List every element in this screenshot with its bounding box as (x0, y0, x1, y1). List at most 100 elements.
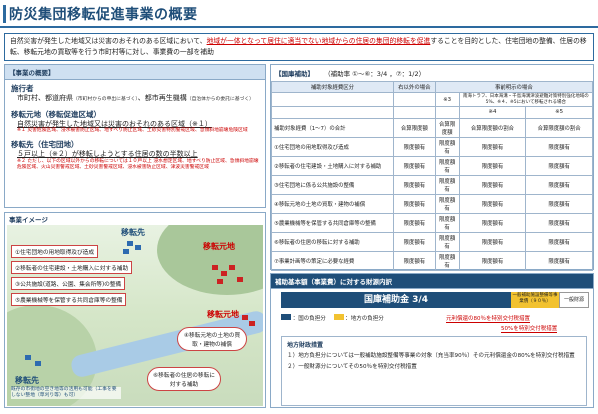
burden-head: 補助基本額（事業費）に対する財源内訳 (271, 274, 593, 289)
subsidy-row-c4: 限度額有 (525, 231, 593, 252)
legend-row: ：国の負担分 ：地方の負担分 (281, 314, 384, 322)
house-red-icon (229, 265, 235, 270)
subsidy-row-label: ①住宅団地の用地取得及び造成 (271, 136, 394, 157)
fin-box: 地方財政措置 １）地方負担分については一般補助施設整備等事業の対象（充当率90％… (281, 336, 587, 406)
subsidy-row-c1: 限度額有 (392, 155, 436, 176)
house-red-icon (221, 271, 227, 276)
fin-head: 地方財政措置 (287, 342, 324, 349)
entity-note: （市町村からの申出に基づく） (73, 97, 138, 102)
subsidy-row-c3: 限度額有 (458, 193, 527, 214)
subsidy-row-c1: 限度額有 (392, 212, 436, 233)
general-note: （９０％） (528, 298, 551, 304)
entity-note2: （自治体からの委託に基づく） (186, 97, 254, 102)
bottom-note: 既存の市街地の空き地等の活用も可能（工事を要しない整地（草刈り等）も可） (11, 387, 121, 399)
subsidy-row-c2: 限度額有 (434, 231, 460, 252)
entity-text2: 、都市再生機構 (137, 94, 187, 102)
local-tax1: 元利償還の80％を特別交付税措置 (446, 316, 530, 323)
subsidy-row-label: ③住宅団地に係る公共施設の整備 (271, 174, 394, 195)
general-bar: 一般補助施設整備等事業債（９０％） (511, 292, 559, 308)
subsidy-row-c4: 限度額有 (525, 250, 593, 271)
subsidy-row-label: ⑥移転者の住居の移転に対する補助 (271, 231, 394, 252)
hill-shape (157, 225, 263, 295)
subsidy-row-c2: 限度額有 (434, 250, 460, 271)
overview-panel: 【事業の概要】 施行者 市町村、都道府県（市町村からの申出に基づく）、都市再生機… (4, 64, 266, 208)
origin-text: 自然災害が発生した地域又は災害のおそれのある区域（※１） (17, 119, 212, 128)
house-red-icon (212, 265, 218, 270)
house-blue-icon (127, 241, 133, 246)
subsidy-row-c1: 合算限度額 (392, 117, 436, 138)
subsidy-row: ⑤農業機械等を保管する共同倉庫等の整備 限度額有 限度額有 限度額有 限度額有 (271, 212, 593, 233)
entity-text: 市町村、都道府県 (17, 94, 73, 102)
intro-text-highlight: 地域が一体となって居住に適当でない地域からの住居の集団的移転を促進 (206, 37, 431, 45)
subsidy-row-c3: 限度額有 (458, 231, 527, 252)
subsidy-rate: （補助率 ①～⑥：3/4 ，⑦：1/2） (324, 70, 426, 78)
row-header-spacer (434, 106, 460, 119)
subsidy-row: ③住宅団地に係る公共施設の整備 限度額有 限度額有 限度額有 限度額有 (271, 174, 593, 195)
subsidy-row-c3: 限度額有 (458, 174, 527, 195)
origin-label: 移転元地（移転促進区域） (11, 109, 101, 119)
legend-nat-swatch (281, 314, 291, 320)
subsidy-row-c4: 限度額有 (525, 212, 593, 233)
subsidy-table: 補助対象経費区分 右以外の場合 事前明示の場合 ※3 南海トラフ、日本海溝・千島… (271, 80, 594, 271)
subsidy-row-c2: 限度額有 (434, 174, 460, 195)
entity-line: 市町村、都道府県（市町村からの申出に基づく）、都市再生機構（自治体からの委託に基… (11, 94, 259, 104)
house-red-icon (249, 321, 255, 326)
item-4-bubble: ④移転元地の土地の買取・建物の補償 (177, 327, 247, 351)
subsidy-row-c1: 限度額有 (392, 174, 436, 195)
title-bar: 防災集団移転促進事業の概要 (0, 0, 598, 28)
subsidy-row-c1: 限度額有 (392, 136, 436, 157)
subsidy-row-c1: 限度額有 (392, 193, 436, 214)
subsidy-row: 補助対象経費（1～7）の合計 合算限度額 合算限度額 合算限度額の割合 合算限度額の割合 (271, 117, 593, 138)
subsidy-row-c2: 限度額有 (434, 212, 460, 233)
col-none: 右以外の場合 (392, 80, 436, 94)
col-3: ※4 (458, 106, 527, 119)
subsidy-row: ⑥移転者の住居の移転に対する補助 限度額有 限度額有 限度額有 限度額有 (271, 231, 593, 252)
row-header-spacer (271, 106, 394, 119)
origin-title-2: 移転元地 (207, 310, 239, 319)
legend-local-swatch (333, 314, 344, 320)
subsidy-head: 【国庫補助】 (275, 70, 314, 78)
general-fin-bar: 一般財源 (559, 292, 589, 308)
col-note: ※3 (434, 92, 460, 108)
col-note2: 南海トラフ、日本海溝・千島海溝津波避難対策特別強化地域の 5%、※４、※5におい… (458, 92, 594, 108)
subsidy-row-c4: 限度額有 (525, 174, 593, 195)
subsidy-panel: 【国庫補助】 （補助率 ①～⑥：3/4 ，⑦：1/2） 補助対象経費区分 右以外… (270, 64, 594, 271)
row-header-spacer (392, 106, 436, 119)
subsidy-row-label: ②移転者の住宅建設・土地購入に対する補助 (271, 155, 394, 176)
subsidy-row-label: ⑦事業計画等の策定に必要な経費 (271, 250, 394, 271)
local-tax2: 50%を特別交付税措置 (501, 326, 558, 333)
subsidy-row-c3: 限度額有 (458, 136, 527, 157)
col-4: ※5 (525, 106, 593, 119)
national-bar: 国庫補助金 3/4 (281, 292, 511, 308)
house-blue-icon (123, 249, 129, 254)
intro-text-a: 自然災害が発生した地域又は災害のおそれのある区域において、 (10, 37, 207, 45)
house-red-icon (217, 279, 223, 284)
subsidy-row-c1: 限度額有 (392, 231, 436, 252)
overview-head: 【事業の概要】 (5, 65, 265, 80)
legend-item-2: ②移転者の住宅建設・土地購入に対する補助 (11, 261, 133, 274)
dest-note: ※２ ただし、以下の区域以外からの移転については１０戸以上 浸水想定区域、地すべ… (17, 158, 259, 170)
dest-text: ５戸以上（※２）が移転しようとする住居の数の半数以上 (17, 150, 198, 158)
origin-title: 移転元地 (203, 242, 235, 251)
burden-panel: 補助基本額（事業費）に対する財源内訳 国庫補助金 3/4 一般補助施設整備等事業… (270, 273, 594, 408)
dest-title: 移転先 (121, 228, 145, 237)
legend-nat: ：国の負担分 (292, 316, 326, 322)
subsidy-row-c3: 合算限度額の割合 (458, 117, 527, 138)
house-blue-icon (135, 245, 141, 250)
subsidy-row-c3: 限度額有 (458, 155, 527, 176)
dest-title-2: 移転先 (15, 376, 39, 385)
title-accent-mark (3, 5, 6, 23)
house-blue-icon (25, 355, 31, 360)
subsidy-row-c2: 限度額有 (434, 155, 460, 176)
fin-1: １）地方負担分については一般補助施設整備等事業の対象（充当率90％）その元利償還… (287, 353, 575, 359)
image-head: 事業イメージ (9, 216, 48, 224)
origin-note: ※１ 災害危険区域、浸水被害防止区域、地すべり防止区域、土砂災害特別警戒区域、急… (17, 128, 248, 133)
subsidy-row-c4: 合算限度額の割合 (525, 117, 593, 138)
subsidy-row-c4: 限度額有 (525, 155, 593, 176)
row-header-spacer (271, 92, 394, 108)
legend-item-5: ⑤農業機械等を保管する共同倉庫等の整備 (11, 293, 127, 306)
dest-label: 移転先（住宅団地） (11, 140, 79, 149)
subsidy-row-c2: 限度額有 (434, 193, 460, 214)
legend-item-3: ③公共施設(道路、公園、集会所等)の整備 (11, 277, 126, 290)
col-special: 事前明示の場合 (434, 80, 594, 94)
